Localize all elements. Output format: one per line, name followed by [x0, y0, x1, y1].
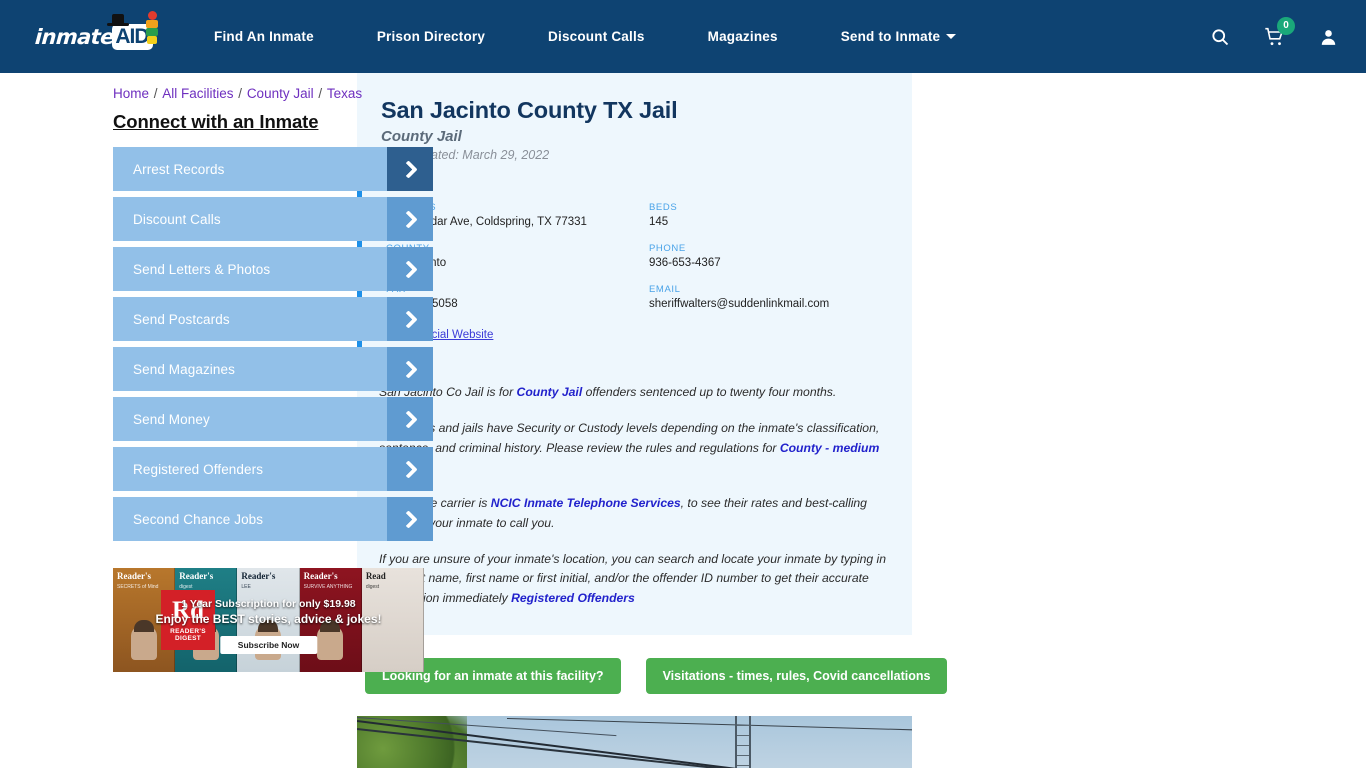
sidebar-item-label: Send Letters & Photos: [133, 261, 271, 277]
facility-header: San Jacinto County TX Jail County Jail L…: [357, 97, 912, 162]
chevron-right-icon: [387, 397, 433, 441]
link-county-jail[interactable]: County Jail: [517, 385, 583, 399]
cart-icon[interactable]: 0: [1264, 16, 1295, 47]
ad-cover-title: Read: [365, 571, 386, 581]
paragraph-text: offenders sentenced up to twenty four mo…: [582, 385, 837, 399]
sidebar-item-label: Send Postcards: [133, 311, 230, 327]
chevron-down-icon: [946, 34, 957, 39]
chevron-right-icon: [387, 497, 433, 541]
description-paragraph-1: San Jacinto Co Jail is for County Jail o…: [379, 383, 888, 403]
detail-value: 145: [649, 216, 669, 228]
chevron-right-icon: [387, 197, 433, 241]
sidebar-item-second-chance-jobs[interactable]: Second Chance Jobs: [113, 497, 433, 541]
ad-brand-name: READER'S DIGEST: [170, 628, 206, 642]
detail-email: EMAIL sheriffwalters@suddenlinkmail.com: [649, 284, 912, 310]
sidebar-item-arrest-records[interactable]: Arrest Records: [113, 147, 433, 191]
sidebar-item-label: Send Money: [133, 411, 210, 427]
breadcrumb-separator: /: [234, 86, 246, 101]
main-content: San Jacinto County TX Jail County Jail L…: [357, 73, 948, 768]
person-mascot-icon: [145, 10, 163, 45]
sidebar-item-registered-offenders[interactable]: Registered Offenders: [113, 447, 433, 491]
nav-item-discount-calls[interactable]: Discount Calls: [548, 19, 645, 54]
breadcrumb-item-texas[interactable]: Texas: [327, 86, 362, 101]
detail-value: sheriffwalters@suddenlinkmail.com: [649, 298, 830, 310]
chevron-right-icon: [387, 347, 433, 391]
description-paragraph-3: The phone carrier is NCIC Inmate Telepho…: [379, 494, 888, 534]
facility-type: County Jail: [381, 128, 462, 145]
sidebar-item-discount-calls[interactable]: Discount Calls: [113, 197, 433, 241]
breadcrumb-item-county-jail[interactable]: County Jail: [247, 86, 314, 101]
detail-label: PHONE: [649, 243, 686, 254]
link-registered-offenders[interactable]: Registered Offenders: [511, 591, 635, 605]
ad-subscribe-button[interactable]: Subscribe Now: [219, 636, 318, 654]
ad-cover-title: Reader's: [241, 571, 276, 581]
ad-cover-title: Reader's: [303, 571, 338, 581]
link-ncic-telephone-services[interactable]: NCIC Inmate Telephone Services: [491, 496, 681, 510]
details-column-right: BEDS 145 PHONE 936-653-4367 EMAIL sherif…: [649, 202, 912, 343]
sidebar-item-send-postcards[interactable]: Send Postcards: [113, 297, 433, 341]
search-icon[interactable]: [1210, 27, 1230, 47]
breadcrumb-item-home[interactable]: Home: [113, 86, 149, 101]
nav-item-prison-directory[interactable]: Prison Directory: [377, 19, 485, 54]
facility-panel: San Jacinto County TX Jail County Jail L…: [357, 73, 912, 635]
visitations-button[interactable]: Visitations - times, rules, Covid cancel…: [645, 657, 948, 694]
chevron-right-icon: [387, 247, 433, 291]
link-county-medium[interactable]: County - medium: [780, 441, 880, 455]
cart-count-badge: 0: [1277, 16, 1295, 35]
detail-label: EMAIL: [649, 284, 681, 295]
chevron-right-icon: [387, 447, 433, 491]
cta-button-row: Looking for an inmate at this facility? …: [357, 635, 948, 694]
description-paragraph-4: If you are unsure of your inmate's locat…: [379, 550, 888, 609]
detail-beds: BEDS 145: [649, 202, 912, 228]
power-line: [506, 717, 912, 732]
ad-subheadline: Enjoy the BEST stories, advice & jokes!: [155, 612, 382, 626]
breadcrumb-item-all-facilities[interactable]: All Facilities: [162, 86, 233, 101]
chevron-right-icon: [387, 147, 433, 191]
facility-photo: [357, 715, 912, 768]
sidebar-item-label: Discount Calls: [133, 211, 221, 227]
user-account-icon[interactable]: [1319, 27, 1338, 47]
sidebar-item-label: Second Chance Jobs: [133, 511, 264, 527]
sidebar-title: Connect with an Inmate: [113, 111, 319, 132]
transmission-tower: [735, 715, 751, 768]
advertisement-readers-digest[interactable]: Reader's SECRETS of Mind Reader's digest…: [113, 568, 424, 672]
last-updated: Last Updated: March 29, 2022: [381, 148, 550, 162]
site-header: inmate AID Find An Inmate Prison Director…: [0, 0, 1366, 73]
nav-item-find-an-inmate[interactable]: Find An Inmate: [214, 19, 314, 54]
page-title: San Jacinto County TX Jail: [381, 97, 678, 123]
ad-copy: 1 Year Subscription for only $19.98 Enjo…: [113, 598, 424, 626]
detail-label: BEDS: [649, 202, 678, 213]
sidebar-item-label: Arrest Records: [133, 161, 225, 177]
nav-item-send-to-inmate-label: Send to Inmate: [840, 29, 941, 44]
page-body: Home / All Facilities / County Jail / Te…: [0, 73, 1366, 768]
nav-item-send-to-inmate[interactable]: Send to Inmate: [841, 19, 957, 54]
facility-details: ADDRESS 73 W Cedar Ave, Coldspring, TX 7…: [357, 188, 912, 361]
ad-cover-title: Reader's: [117, 571, 151, 581]
sidebar-item-send-money[interactable]: Send Money: [113, 397, 433, 441]
sidebar-item-label: Send Magazines: [133, 361, 235, 377]
sidebar: Connect with an Inmate Arrest Records Di…: [0, 73, 433, 768]
facility-description: San Jacinto Co Jail is for County Jail o…: [357, 361, 912, 635]
logo[interactable]: inmate AID: [0, 10, 180, 57]
ad-headline: 1 Year Subscription for only $19.98: [181, 598, 356, 610]
sidebar-item-send-magazines[interactable]: Send Magazines: [113, 347, 433, 391]
header-icon-group: 0: [1210, 16, 1338, 47]
sidebar-item-send-letters-photos[interactable]: Send Letters & Photos: [113, 247, 433, 291]
description-paragraph-2: All prisons and jails have Security or C…: [379, 419, 888, 478]
main-navigation: Find An Inmate Prison Directory Discount…: [214, 19, 1170, 54]
breadcrumb-separator: /: [150, 86, 162, 101]
ad-cover-title: Reader's: [179, 571, 214, 581]
ad-cover-subtitle: digest: [365, 584, 380, 590]
top-hat-icon: [107, 12, 130, 26]
chevron-right-icon: [387, 297, 433, 341]
logo-text: inmate: [34, 24, 116, 49]
detail-value: 936-653-4367: [649, 257, 721, 269]
sidebar-item-label: Registered Offenders: [133, 461, 264, 477]
ad-cover-subtitle: SURVIVE ANYTHING: [303, 584, 353, 590]
nav-item-magazines[interactable]: Magazines: [708, 19, 778, 54]
ad-cover-subtitle: LEE: [241, 584, 251, 590]
breadcrumb-separator: /: [314, 86, 326, 101]
detail-phone: PHONE 936-653-4367: [649, 243, 912, 269]
breadcrumb: Home / All Facilities / County Jail / Te…: [113, 86, 362, 101]
